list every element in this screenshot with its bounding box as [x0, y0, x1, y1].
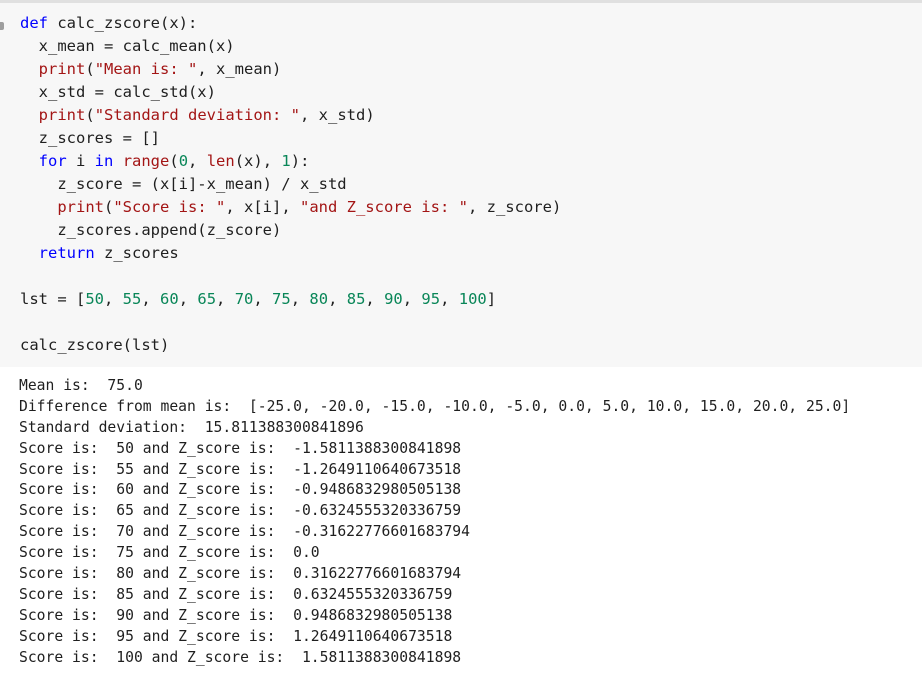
code-token: x_mean = calc_mean(x) [20, 37, 235, 55]
code-token: z_scores.append(z_score) [20, 221, 282, 239]
code-token: , [440, 290, 459, 308]
code-token: z_score = (x[i]-x_mean) / x_std [20, 175, 347, 193]
output-line: Standard deviation: 15.811388300841896 [19, 418, 364, 436]
code-token: print [57, 198, 104, 216]
code-token: , [402, 290, 422, 308]
code-cell[interactable]: def calc_zscore(x): x_mean = calc_mean(x… [0, 3, 922, 367]
code-token: "and Z_score is: " [299, 198, 468, 216]
code-line: for i in range(0, len(x), 1): [20, 150, 561, 173]
output-line: Score is: 55 and Z_score is: -1.26491106… [19, 460, 462, 478]
code-token: def [20, 14, 48, 32]
code-line: print("Mean is: ", x_mean) [20, 58, 561, 81]
code-line: z_scores.append(z_score) [20, 219, 561, 242]
code-token: "Score is: " [113, 198, 226, 216]
output-line: Mean is: 75.0 [19, 377, 143, 394]
code-line: print("Score is: ", x[i], "and Z_score i… [20, 196, 561, 219]
code-line: print("Standard deviation: ", x_std) [20, 104, 561, 127]
output-line: Score is: 90 and Z_score is: 0.948683298… [19, 606, 453, 624]
code-token: i [66, 152, 95, 170]
code-line: def calc_zscore(x): [20, 12, 561, 35]
code-token: 70 [234, 290, 254, 308]
code-token: len [206, 152, 235, 170]
code-token: in [94, 152, 114, 170]
output-line: Score is: 60 and Z_score is: -0.94868329… [19, 481, 462, 499]
code-token: 1 [281, 152, 291, 170]
output-line: Score is: 95 and Z_score is: 1.264911064… [19, 627, 453, 645]
code-token: ( [85, 106, 95, 124]
code-token: , x_mean) [197, 60, 282, 78]
code-token: , [328, 290, 347, 308]
code-token: , [188, 152, 207, 170]
code-token: , [104, 290, 123, 308]
code-token: , x_std) [300, 106, 375, 124]
code-token: ( [169, 152, 179, 170]
code-editor[interactable]: def calc_zscore(x): x_mean = calc_mean(x… [20, 12, 561, 357]
code-token: 100 [458, 290, 487, 308]
cell-gutter-marker [0, 22, 4, 30]
code-line: x_std = calc_std(x) [20, 81, 561, 104]
code-token: range [122, 152, 170, 170]
code-line: z_score = (x[i]-x_mean) / x_std [20, 173, 561, 196]
code-token: return [38, 244, 95, 262]
code-token: ( [104, 198, 114, 216]
code-token: ): [290, 152, 310, 170]
code-token: (x), [234, 152, 282, 170]
code-line: x_mean = calc_mean(x) [20, 35, 561, 58]
code-token: , [290, 290, 310, 308]
notebook-view: def calc_zscore(x): x_mean = calc_mean(x… [0, 0, 922, 675]
code-token: z_scores [94, 244, 179, 262]
code-token: 60 [160, 290, 179, 308]
code-token: print [38, 106, 86, 124]
code-token: , [365, 290, 385, 308]
code-token: , [216, 290, 235, 308]
code-token: "Mean is: " [94, 60, 198, 78]
output-line: Score is: 70 and Z_score is: -0.31622776… [19, 523, 470, 541]
code-line: calc_zscore(lst) [20, 334, 561, 357]
code-token: , z_score) [467, 198, 562, 216]
code-token: calc_zscore(lst) [20, 336, 170, 354]
output-line: Score is: 75 and Z_score is: 0.0 [19, 544, 320, 562]
code-line: lst = [50, 55, 60, 65, 70, 75, 80, 85, 9… [20, 288, 561, 311]
code-token: calc_zscore(x): [48, 14, 198, 32]
code-token: 75 [272, 290, 291, 308]
output-line: Difference from mean is: [-25.0, -20.0, … [19, 397, 851, 415]
code-line: z_scores = [] [20, 127, 561, 150]
cell-output: Mean is: 75.0 Difference from mean is: [-… [19, 376, 850, 668]
output-line: Score is: 100 and Z_score is: 1.58113883… [19, 648, 462, 666]
code-token: for [38, 152, 67, 170]
code-token: 65 [197, 290, 217, 308]
code-token: 0 [178, 152, 189, 170]
code-token: 80 [309, 290, 329, 308]
code-token: 55 [122, 290, 142, 308]
code-line: return z_scores [20, 242, 561, 265]
code-token: ] [486, 290, 497, 308]
code-token: 85 [346, 290, 366, 308]
output-line: Score is: 65 and Z_score is: -0.63245553… [19, 502, 462, 520]
output-line: Score is: 50 and Z_score is: -1.58113883… [19, 439, 462, 457]
code-token: 95 [421, 290, 441, 308]
code-token: z_scores = [] [20, 129, 160, 147]
code-token: , [253, 290, 273, 308]
code-token: , x[i], [225, 198, 300, 216]
code-token: , [178, 290, 198, 308]
code-token: 50 [85, 290, 104, 308]
output-line: Score is: 85 and Z_score is: 0.632455532… [19, 585, 453, 603]
code-token: ( [85, 60, 95, 78]
code-token: print [38, 60, 86, 78]
code-token: lst = [ [20, 290, 86, 308]
output-line: Score is: 80 and Z_score is: 0.316227766… [19, 565, 462, 583]
code-token: "Standard deviation: " [94, 106, 300, 124]
code-token: 90 [384, 290, 403, 308]
code-token: , [141, 290, 161, 308]
code-token: x_std = calc_std(x) [20, 83, 216, 101]
